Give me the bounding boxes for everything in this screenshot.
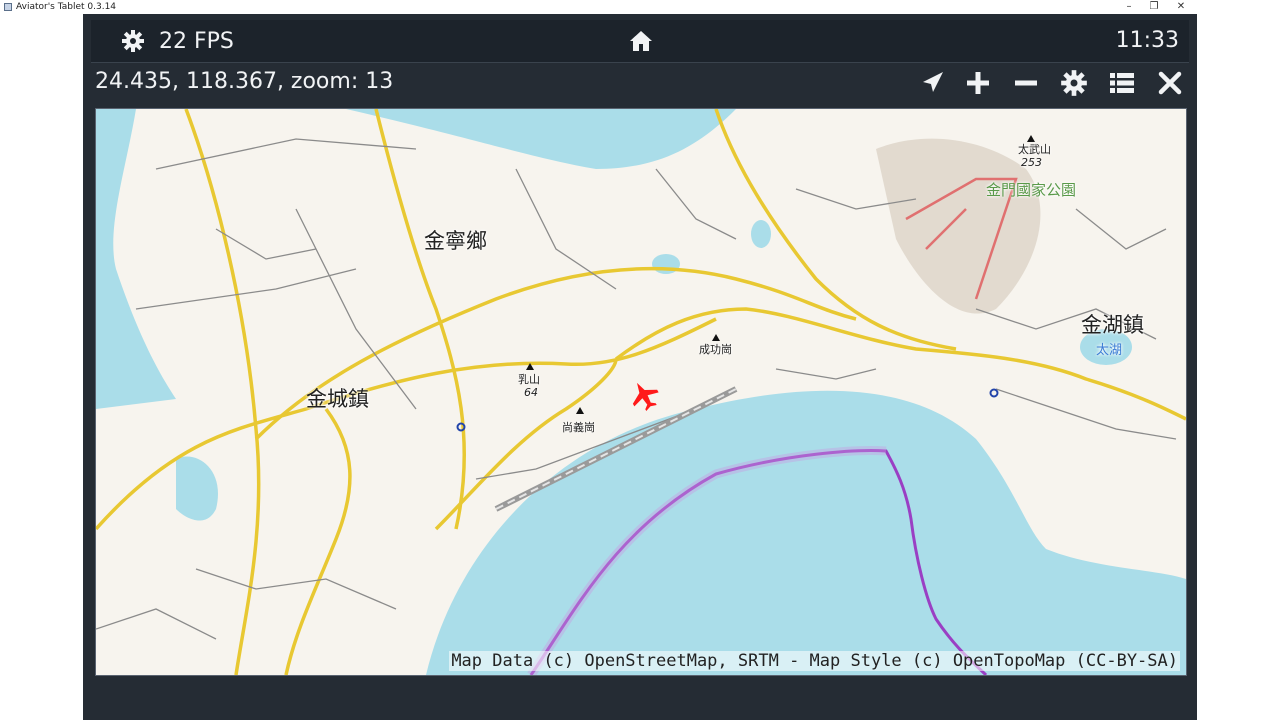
map-attribution: Map Data (c) OpenStreetMap, SRTM - Map S… bbox=[449, 651, 1180, 671]
window-close-button[interactable]: ✕ bbox=[1170, 0, 1192, 14]
app-window: 22 FPS 11:33 24.435, 118.367, zoom: 13 金… bbox=[83, 14, 1197, 720]
window-title: Aviator's Tablet 0.3.14 bbox=[16, 2, 117, 12]
fps-group: 22 FPS bbox=[121, 20, 234, 62]
clock: 11:33 bbox=[1115, 28, 1179, 53]
sea-north bbox=[346, 109, 736, 169]
zoom-out-icon[interactable] bbox=[1012, 69, 1040, 97]
place-rushan: 乳山 bbox=[518, 373, 540, 386]
list-icon[interactable] bbox=[1108, 69, 1136, 97]
home-icon[interactable] bbox=[628, 28, 654, 54]
place-jincheng: 金城鎮 bbox=[306, 387, 369, 411]
place-park: 金門國家公園 bbox=[986, 181, 1077, 199]
locate-icon[interactable] bbox=[918, 69, 946, 97]
zoom-in-icon[interactable] bbox=[964, 69, 992, 97]
place-rushan-elevation: 64 bbox=[524, 386, 538, 399]
sea-sw bbox=[176, 456, 218, 521]
settings-gear-icon[interactable] bbox=[121, 29, 145, 53]
place-shangyi: 尚義崗 bbox=[562, 421, 595, 434]
sea-south bbox=[426, 390, 1186, 675]
settings-icon[interactable] bbox=[1060, 69, 1088, 97]
place-taiwu-elevation: 253 bbox=[1021, 156, 1042, 169]
place-jinning: 金寧鄉 bbox=[424, 229, 487, 253]
place-taihu: 太湖 bbox=[1096, 343, 1123, 358]
app-icon bbox=[4, 3, 12, 11]
mountain-shade bbox=[876, 138, 1041, 314]
status-bar: 22 FPS 11:33 bbox=[91, 20, 1189, 63]
coordinate-readout: 24.435, 118.367, zoom: 13 bbox=[95, 69, 394, 94]
close-icon[interactable] bbox=[1156, 69, 1184, 97]
maximize-button[interactable]: ❐ bbox=[1143, 0, 1165, 14]
place-jinhu: 金湖鎮 bbox=[1081, 313, 1144, 337]
place-taiwu: 太武山 bbox=[1018, 143, 1051, 156]
coordinate-bar: 24.435, 118.367, zoom: 13 bbox=[83, 64, 1197, 104]
lake bbox=[751, 220, 771, 248]
fps-counter: 22 FPS bbox=[159, 28, 234, 54]
minimize-button[interactable]: – bbox=[1118, 0, 1140, 14]
poi-marker bbox=[989, 388, 999, 398]
aircraft-icon bbox=[632, 382, 659, 411]
place-chenggong: 成功崗 bbox=[699, 343, 732, 356]
window-titlebar: Aviator's Tablet 0.3.14 – ❐ ✕ bbox=[0, 0, 1280, 14]
map-view[interactable]: 金寧鄉 金城鎮 金湖鎮 金門國家公園 太武山 253 乳山 64 成功崗 尚義崗… bbox=[95, 108, 1187, 676]
sea-west bbox=[96, 109, 176, 409]
